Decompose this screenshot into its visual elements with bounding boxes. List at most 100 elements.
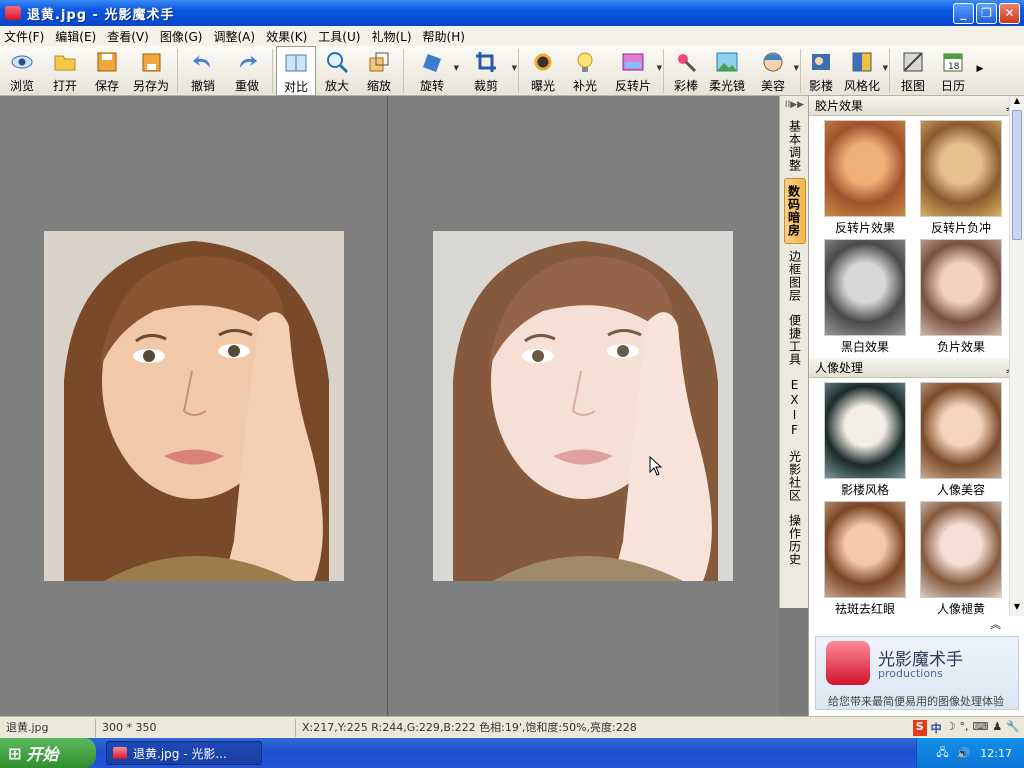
effect-reversal[interactable]: 反转片效果 bbox=[819, 120, 911, 235]
status-dimensions: 300 * 350 bbox=[96, 718, 296, 737]
brand-logo-icon bbox=[826, 641, 870, 685]
exposure-icon bbox=[531, 50, 555, 74]
tab-history[interactable]: 操作历史 bbox=[784, 508, 806, 572]
taskbar: ⊞ 开始 退黄.jpg - 光影... 🖧 🔊 12:17 bbox=[0, 738, 1024, 768]
browse-button[interactable]: 浏览 bbox=[0, 46, 44, 96]
effect-reversal-cross[interactable]: 反转片负冲 bbox=[915, 120, 1007, 235]
clock[interactable]: 12:17 bbox=[980, 747, 1012, 760]
crop-dropdown-icon[interactable]: ▼ bbox=[512, 64, 517, 72]
brand-banner: 光影魔术手 productions 给您带来最简便易用的图像处理体验 bbox=[815, 636, 1019, 710]
windows-logo-icon: ⊞ bbox=[8, 743, 22, 763]
studio-button[interactable]: 影楼 bbox=[804, 46, 838, 96]
status-pixel-info: X:217,Y:225 R:244,G:229,B:222 色相:19',饱和度… bbox=[302, 720, 637, 734]
save-button[interactable]: 保存 bbox=[86, 46, 128, 96]
menu-file[interactable]: 文件(F) bbox=[4, 28, 44, 45]
tab-frame-layer[interactable]: 边框图层 bbox=[784, 244, 806, 308]
stylize-button[interactable]: 风格化 ▼ bbox=[838, 46, 888, 96]
keyboard-icon[interactable]: ⌨ bbox=[973, 720, 989, 736]
color-pen-button[interactable]: 彩棒 bbox=[667, 46, 705, 96]
brand-slogan: 给您带来最简便易用的图像处理体验 bbox=[828, 695, 1004, 708]
app-icon bbox=[113, 747, 127, 759]
open-button[interactable]: 打开 bbox=[44, 46, 86, 96]
tab-basic-adjust[interactable]: 基本调整 bbox=[784, 114, 806, 178]
collapse-icon[interactable]: ︽ bbox=[990, 616, 1001, 634]
menu-tools[interactable]: 工具(U) bbox=[318, 28, 360, 45]
toolbar-separator bbox=[272, 49, 273, 93]
system-tray: 🖧 🔊 12:17 bbox=[916, 738, 1024, 768]
scroll-thumb[interactable] bbox=[1012, 110, 1022, 240]
menu-effects[interactable]: 效果(K) bbox=[266, 28, 307, 45]
cutout-button[interactable]: 抠图 bbox=[893, 46, 933, 96]
compare-button[interactable]: 对比 bbox=[276, 46, 316, 96]
punctuation-icon[interactable]: °, bbox=[960, 720, 969, 736]
fill-light-button[interactable]: 补光 bbox=[564, 46, 606, 96]
undo-button[interactable]: 撤销 bbox=[181, 46, 225, 96]
menu-gifts[interactable]: 礼物(L) bbox=[371, 28, 411, 45]
effect-negative[interactable]: 负片效果 bbox=[915, 239, 1007, 354]
start-button[interactable]: ⊞ 开始 bbox=[0, 738, 96, 768]
zoom-in-button[interactable]: 放大 bbox=[316, 46, 358, 96]
panel-scrollbar[interactable]: ▲ ▼ bbox=[1009, 96, 1024, 616]
save-as-icon bbox=[139, 50, 163, 74]
reversal-film-button[interactable]: 反转片 ▼ bbox=[606, 46, 662, 96]
portrait-effects-grid: 影楼风格 人像美容 祛斑去红眼 人像褪黄 bbox=[809, 378, 1024, 620]
tab-digital-darkroom[interactable]: 数码暗房 bbox=[783, 178, 806, 244]
compare-icon bbox=[284, 51, 308, 75]
tab-quick-tools[interactable]: 便捷工具 bbox=[784, 308, 806, 372]
minimize-button[interactable]: _ bbox=[953, 2, 974, 24]
menu-view[interactable]: 查看(V) bbox=[107, 28, 149, 45]
moon-icon[interactable]: ☽ bbox=[946, 720, 956, 736]
rotate-icon bbox=[420, 50, 444, 74]
resize-button[interactable]: 缩放 bbox=[358, 46, 400, 96]
menu-image[interactable]: 图像(G) bbox=[160, 28, 203, 45]
volume-icon[interactable]: 🔊 bbox=[957, 747, 971, 760]
toolbar-separator bbox=[663, 49, 664, 93]
tab-community[interactable]: 光影社区 bbox=[784, 444, 806, 508]
section-header-film[interactable]: 胶片效果︽ bbox=[809, 96, 1024, 116]
ime-chinese-icon[interactable]: 中 bbox=[931, 720, 942, 736]
effect-portrait-unyellow[interactable]: 人像褪黄 bbox=[915, 501, 1007, 616]
wrench-icon[interactable]: 🔧 bbox=[1006, 720, 1020, 736]
scroll-up-icon[interactable]: ▲ bbox=[1010, 96, 1024, 110]
menu-bar: 文件(F) 编辑(E) 查看(V) 图像(G) 调整(A) 效果(K) 工具(U… bbox=[0, 26, 1024, 46]
exposure-button[interactable]: 曝光 bbox=[522, 46, 564, 96]
crop-button[interactable]: 裁剪 ▼ bbox=[457, 46, 517, 96]
calendar-button[interactable]: 18 日历 bbox=[933, 46, 973, 96]
tab-exif[interactable]: EXIF bbox=[784, 372, 806, 444]
undo-icon bbox=[191, 50, 215, 74]
reversal-film-icon bbox=[621, 50, 645, 74]
toolbar-separator bbox=[889, 49, 890, 93]
soft-lens-button[interactable]: 柔光镜 bbox=[705, 46, 749, 96]
original-photo[interactable] bbox=[44, 231, 344, 581]
menu-help[interactable]: 帮助(H) bbox=[423, 28, 465, 45]
ime-toolbar[interactable]: S 中 ☽ °, ⌨ ♟ 🔧 bbox=[912, 719, 1024, 736]
menu-adjust[interactable]: 调整(A) bbox=[213, 28, 255, 45]
maximize-button[interactable]: ❐ bbox=[976, 2, 997, 24]
network-icon[interactable]: 🖧 bbox=[936, 744, 948, 763]
save-as-button[interactable]: 另存为 bbox=[128, 46, 174, 96]
section-header-portrait[interactable]: 人像处理︽ bbox=[809, 358, 1024, 378]
beauty-button[interactable]: 美容 ▼ bbox=[749, 46, 799, 96]
collapse-panel-icon[interactable]: II▶▶ bbox=[785, 100, 804, 110]
redo-button[interactable]: 重做 bbox=[225, 46, 269, 96]
effect-spot-redeye[interactable]: 祛斑去红眼 bbox=[819, 501, 911, 616]
close-button[interactable]: ✕ bbox=[999, 2, 1020, 24]
toolbar-separator bbox=[403, 49, 404, 93]
menu-edit[interactable]: 编辑(E) bbox=[55, 28, 96, 45]
toolbar-more-icon[interactable]: ▶ bbox=[973, 46, 987, 96]
processed-photo[interactable] bbox=[433, 231, 733, 581]
effect-studio-style[interactable]: 影楼风格 bbox=[819, 382, 911, 497]
stylize-dropdown-icon[interactable]: ▼ bbox=[883, 64, 888, 72]
sogou-icon[interactable]: S bbox=[912, 719, 927, 736]
reversal-dropdown-icon[interactable]: ▼ bbox=[657, 64, 662, 72]
rotate-button[interactable]: 旋转 ▼ bbox=[407, 46, 459, 96]
original-image-pane bbox=[0, 96, 388, 716]
ad-collapse-bar[interactable]: ︽ bbox=[809, 616, 1024, 634]
processed-image-pane bbox=[389, 96, 779, 716]
scroll-down-icon[interactable]: ▼ bbox=[1010, 602, 1024, 616]
taskbar-app-item[interactable]: 退黄.jpg - 光影... bbox=[106, 741, 262, 765]
effect-portrait-beauty[interactable]: 人像美容 bbox=[915, 382, 1007, 497]
user-icon[interactable]: ♟ bbox=[992, 720, 1002, 736]
effect-black-white[interactable]: 黑白效果 bbox=[819, 239, 911, 354]
beauty-dropdown-icon[interactable]: ▼ bbox=[794, 64, 799, 72]
